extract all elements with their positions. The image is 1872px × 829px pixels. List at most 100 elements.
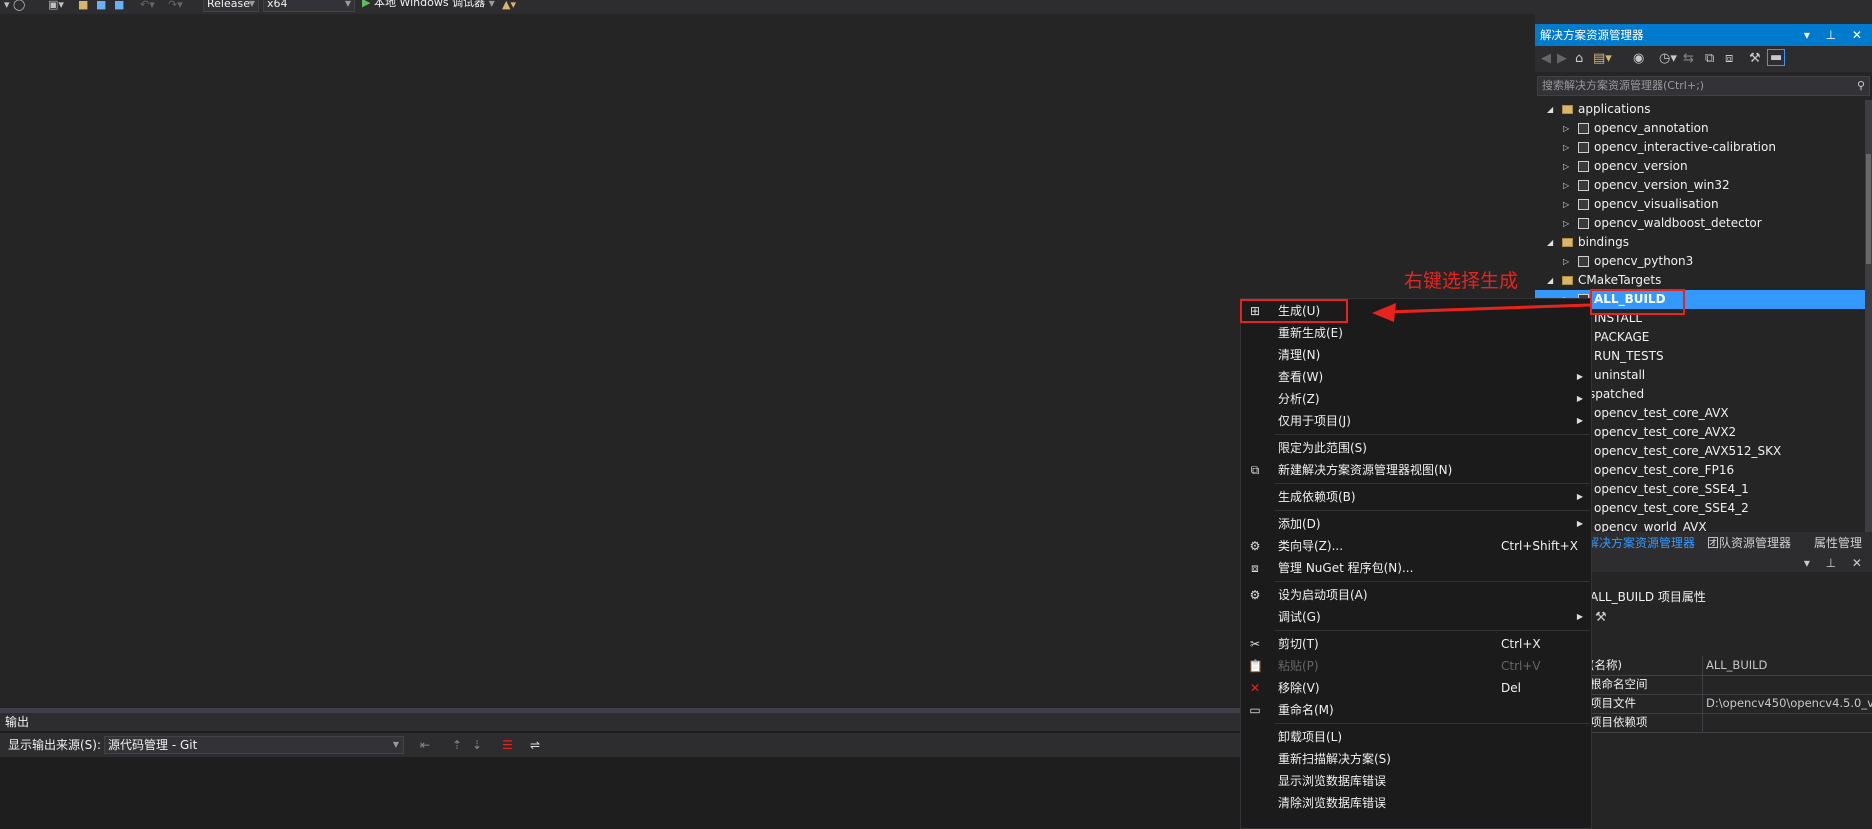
solution-search-input[interactable]: 搜索解决方案资源管理器(Ctrl+;) ⚲ xyxy=(1537,76,1870,96)
menu-item[interactable]: 查看(W) ▶ xyxy=(1241,366,1591,388)
word-wrap-icon[interactable]: ⇌ xyxy=(530,738,540,752)
tree-item-label: opencv_visualisation xyxy=(1594,197,1719,211)
window-buttons[interactable]: ▾ ⊥ ✕ xyxy=(1804,556,1868,570)
clear-all-icon[interactable]: ☰ xyxy=(502,738,513,752)
redo-icon[interactable]: ▾ ◯ xyxy=(4,0,25,10)
expand-arrow-icon[interactable]: ▷ xyxy=(1563,176,1569,195)
submenu-arrow-icon: ▶ xyxy=(1576,492,1583,501)
collapse-arrow-icon[interactable]: ◢ xyxy=(1547,271,1553,290)
expand-arrow-icon[interactable]: ▷ xyxy=(1563,252,1569,271)
menu-separator xyxy=(1275,434,1590,435)
find-message-icon[interactable]: ⇤ xyxy=(420,738,430,752)
collapse-arrow-icon[interactable]: ◢ xyxy=(1547,100,1553,119)
menu-item[interactable]: 生成依赖项(B) ▶ xyxy=(1241,486,1591,508)
submenu-arrow-icon: ▶ xyxy=(1576,416,1583,425)
remove-icon: ✕ xyxy=(1249,681,1261,695)
preview-icon[interactable]: ▬ xyxy=(1767,49,1786,66)
property-row[interactable]: (名称) ALL_BUILD xyxy=(1590,656,1872,676)
menu-item[interactable]: 显示浏览数据库错误 xyxy=(1241,770,1591,792)
configuration-select[interactable]: Release ▼ xyxy=(203,0,259,12)
project-icon xyxy=(1578,256,1589,267)
expand-arrow-icon[interactable]: ▷ xyxy=(1563,138,1569,157)
go-to-next-icon[interactable]: ⇣ xyxy=(472,738,482,752)
menu-item[interactable]: 分析(Z) ▶ xyxy=(1241,388,1591,410)
tree-item[interactable]: ▷ opencv_waldboost_detector xyxy=(1535,214,1865,233)
save-all-icon[interactable]: ■ xyxy=(114,0,124,10)
tree-folder[interactable]: ◢ bindings xyxy=(1535,233,1865,252)
tree-item[interactable]: ▷ opencv_visualisation xyxy=(1535,195,1865,214)
property-row[interactable]: 项目依赖项 xyxy=(1590,713,1872,733)
tree-item[interactable]: ▷ opencv_version xyxy=(1535,157,1865,176)
menu-item[interactable]: 重新生成(E) xyxy=(1241,322,1591,344)
window-buttons[interactable]: ▾ ⊥ ✕ xyxy=(1804,24,1868,46)
find-icon[interactable]: ▲▾ xyxy=(502,0,516,10)
menu-item[interactable]: 📋 粘贴(P) Ctrl+V xyxy=(1241,655,1591,677)
menu-item[interactable]: 清理(N) xyxy=(1241,344,1591,366)
menu-item[interactable]: 添加(D) ▶ xyxy=(1241,513,1591,535)
expand-arrow-icon[interactable]: ▷ xyxy=(1563,195,1569,214)
redo-arrow-icon[interactable]: ↷▾ xyxy=(168,0,183,10)
tab-property-manager[interactable]: 属性管理器 xyxy=(1814,532,1872,572)
folder-icon xyxy=(1562,238,1573,247)
menu-item[interactable]: 调试(G) ▶ xyxy=(1241,606,1591,628)
tree-folder[interactable]: ◢ CMakeTargets xyxy=(1535,271,1865,290)
sync-icon[interactable]: ⇆ xyxy=(1683,51,1694,66)
menu-item[interactable]: 清除浏览数据库错误 xyxy=(1241,792,1591,814)
properties-icon[interactable]: ⚒ xyxy=(1749,51,1761,66)
solution-explorer-title: 解决方案资源管理器 ▾ ⊥ ✕ xyxy=(1535,24,1872,46)
show-all-files-icon[interactable]: ⧈ xyxy=(1725,51,1733,66)
submenu-arrow-icon: ▶ xyxy=(1576,612,1583,621)
collapse-all-icon[interactable]: ⧉ xyxy=(1705,51,1714,66)
menu-item-label: 生成依赖项(B) xyxy=(1278,490,1356,504)
output-source-select[interactable]: 源代码管理 - Git ▼ xyxy=(104,736,404,754)
menu-item[interactable]: ✕ 移除(V) Del xyxy=(1241,677,1591,699)
tab-team-explorer[interactable]: 团队资源管理器 xyxy=(1707,532,1791,554)
menu-item[interactable]: ⚙ 设为启动项目(A) xyxy=(1241,584,1591,606)
home-icon[interactable]: ⌂ xyxy=(1575,51,1583,66)
switch-views-icon[interactable]: ▤▾ xyxy=(1593,51,1612,66)
go-to-previous-icon[interactable]: ⇡ xyxy=(452,738,462,752)
menu-item[interactable]: 重新扫描解决方案(S) xyxy=(1241,748,1591,770)
menu-item-label: 重命名(M) xyxy=(1278,703,1334,717)
menu-item[interactable]: ✂ 剪切(T) Ctrl+X xyxy=(1241,633,1591,655)
expand-arrow-icon[interactable]: ▷ xyxy=(1563,214,1569,233)
menu-item-label: 移除(V) xyxy=(1278,681,1320,695)
menu-item-label: 限定为此范围(S) xyxy=(1278,441,1367,455)
tree-folder[interactable]: ◢ applications xyxy=(1535,100,1865,119)
property-row[interactable]: 项目文件 D:\opencv450\opencv4.5.0_v xyxy=(1590,694,1872,714)
menu-item-label: 显示浏览数据库错误 xyxy=(1278,774,1387,788)
menu-item[interactable]: ⚙ 类向导(Z)... Ctrl+Shift+X xyxy=(1241,535,1591,557)
wrench-icon[interactable]: ⚒ xyxy=(1595,610,1607,625)
menu-item[interactable]: ▭ 重命名(M) xyxy=(1241,699,1591,721)
tree-item[interactable]: ▷ opencv_interactive-calibration xyxy=(1535,138,1865,157)
menu-item[interactable]: 限定为此范围(S) xyxy=(1241,437,1591,459)
expand-arrow-icon[interactable]: ▷ xyxy=(1563,119,1569,138)
new-project-icon[interactable]: ▣▾ xyxy=(48,0,64,10)
history-icon[interactable]: ◷▾ xyxy=(1659,51,1677,66)
tree-item[interactable]: ▷ opencv_version_win32 xyxy=(1535,176,1865,195)
platform-select[interactable]: x64 ▼ xyxy=(263,0,355,12)
menu-item[interactable]: ⧈ 管理 NuGet 程序包(N)... xyxy=(1241,557,1591,579)
collapse-arrow-icon[interactable]: ◢ xyxy=(1547,233,1553,252)
scrollbar-thumb[interactable] xyxy=(1866,154,1871,264)
output-source-label: 显示输出来源(S): xyxy=(8,738,102,752)
property-row[interactable]: 根命名空间 xyxy=(1590,675,1872,695)
menu-item[interactable]: 仅用于项目(J) ▶ xyxy=(1241,410,1591,432)
menu-item-shortcut: Ctrl+V xyxy=(1501,659,1541,673)
start-debugger-button[interactable]: ▶ 本地 Windows 调试器 ▼ xyxy=(362,0,495,9)
forward-icon[interactable]: ▶ xyxy=(1557,51,1567,66)
rename-icon: ▭ xyxy=(1249,703,1261,717)
undo-icon[interactable]: ↶▾ xyxy=(140,0,155,10)
tab-solution-explorer[interactable]: 解决方案资源管理器 xyxy=(1587,532,1695,554)
menu-item[interactable]: 卸载项目(L) xyxy=(1241,726,1591,748)
pending-changes-icon[interactable]: ◉ xyxy=(1633,51,1644,66)
open-folder-icon[interactable]: ■ xyxy=(78,0,88,10)
save-icon[interactable]: ■ xyxy=(96,0,106,10)
property-name: 项目依赖项 xyxy=(1590,715,1648,729)
menu-item[interactable]: ⧉ 新建解决方案资源管理器视图(N) xyxy=(1241,459,1591,481)
back-icon[interactable]: ◀ xyxy=(1541,51,1551,66)
tree-item[interactable]: ▷ opencv_annotation xyxy=(1535,119,1865,138)
submenu-arrow-icon: ▶ xyxy=(1576,394,1583,403)
tree-item[interactable]: ▷ opencv_python3 xyxy=(1535,252,1865,271)
expand-arrow-icon[interactable]: ▷ xyxy=(1563,157,1569,176)
